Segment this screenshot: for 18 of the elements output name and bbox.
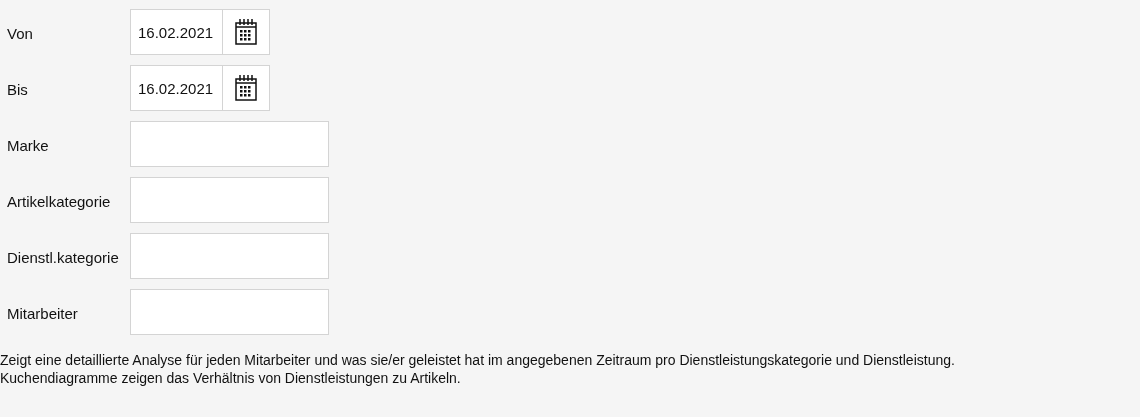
description-text: Zeigt eine detaillierte Analyse für jeden Mitarbeiter und was sie/er geleistet hat im angegebenen Zeitraum pro Dienstleistungskategorie und Dienstleistung. xyxy=(0,351,956,369)
input-field[interactable] xyxy=(130,121,329,167)
date-field[interactable]: 16.02.2021 xyxy=(130,9,223,55)
field-label: Bis xyxy=(6,79,29,100)
calendar-icon xyxy=(235,18,257,46)
description-text: Kuchendiagramme zeigen das Verhältnis von Dienstleistungen zu Artikeln. xyxy=(0,369,462,387)
calendar-button[interactable] xyxy=(223,9,270,55)
date-field[interactable]: 16.02.2021 xyxy=(130,65,223,111)
field-label: Marke xyxy=(6,135,50,156)
field-label: Von xyxy=(6,23,34,44)
input-field[interactable] xyxy=(130,289,329,335)
calendar-icon xyxy=(235,74,257,102)
input-field[interactable] xyxy=(130,177,329,223)
field-label: Dienstl.kategorie xyxy=(6,247,120,268)
field-label: Mitarbeiter xyxy=(6,303,79,324)
field-label: Artikelkategorie xyxy=(6,191,112,212)
input-field[interactable] xyxy=(130,233,329,279)
calendar-button[interactable] xyxy=(223,65,270,111)
